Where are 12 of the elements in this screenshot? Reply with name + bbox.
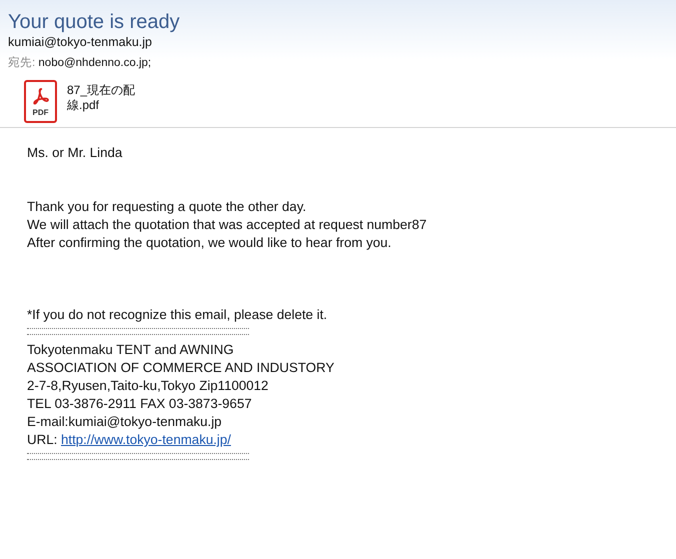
url-label: URL: [27,432,58,447]
notice-text: *If you do not recognize this email, please delete it. [27,306,328,324]
recipient-label: 宛先: [8,57,36,69]
message-text: Thank you for requesting a quote the other day. We will attach the quotation that was accepted at request number87 After confirming the quotation, we would like to hear from you. [27,198,428,252]
sender-address: kumiai@tokyo-tenmaku.jp [8,34,153,50]
attachment-filename[interactable]: 87_現在の配 線.pdf [67,82,136,112]
greeting-text: Ms. or Mr. Linda [27,144,124,162]
email-subject: Your quote is ready [8,10,181,34]
pdf-file-icon[interactable]: PDF [24,80,57,123]
recipient-address: nobo@nhdenno.co.jp; [38,57,152,69]
website-link[interactable]: http://www.tokyo-tenmaku.jp/ [61,432,231,447]
signature-text: Tokyotenmaku TENT and AWNING ASSOCIATION OF COMMERCE AND INDUSTORY 2-7-8,Ryusen,Taito-ku,Tokyo Zip1100012 TEL 03-3876-2911 FAX 03-3873-9657 E-mail:kumiai@tokyo-tenmaku.jp [27,341,336,431]
